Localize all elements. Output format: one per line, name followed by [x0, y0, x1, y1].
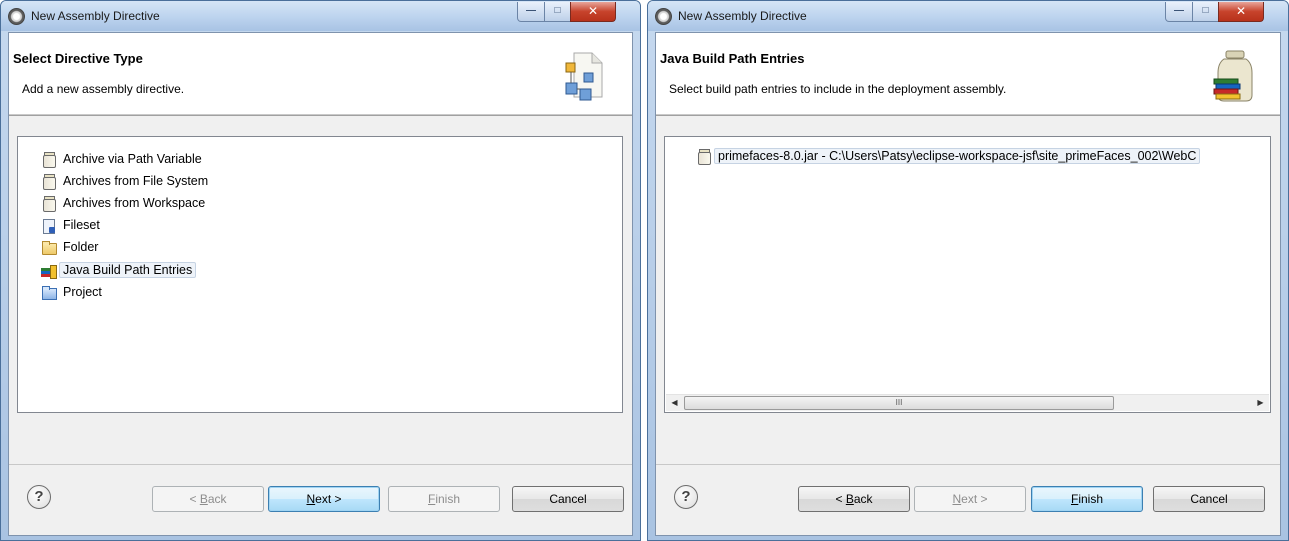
back-button-prefix: <	[189, 492, 200, 506]
window-title: New Assembly Directive	[678, 9, 807, 23]
eclipse-icon	[8, 8, 25, 25]
list-item-label: Archive via Path Variable	[63, 152, 202, 166]
wizard-window-java-build-path-entries: New Assembly Directive — □ ✕ Java Build …	[647, 0, 1289, 541]
back-button-mnemonic: B	[845, 492, 854, 506]
wizard-window-select-directive-type: New Assembly Directive — □ ✕ Select Dire…	[0, 0, 641, 541]
finish-button[interactable]: Finish	[1031, 486, 1143, 512]
minimize-button[interactable]: —	[517, 2, 545, 22]
back-button[interactable]: < Back	[798, 486, 910, 512]
maximize-button[interactable]: □	[544, 2, 571, 22]
footer-divider	[656, 464, 1280, 465]
content-area: primefaces-8.0.jar - C:\Users\Patsy\ecli…	[656, 117, 1280, 462]
horizontal-scrollbar[interactable]: ◀ III ▶	[666, 394, 1269, 411]
project-folder-icon	[41, 285, 57, 300]
cancel-button[interactable]: Cancel	[1153, 486, 1265, 512]
scroll-left-arrow-icon[interactable]: ◀	[666, 395, 683, 411]
header-divider	[656, 115, 1280, 116]
list-item-folder[interactable]: Folder	[41, 237, 98, 257]
list-item-label: Java Build Path Entries	[59, 262, 197, 278]
list-item-archives-from-file-system[interactable]: Archives from File System	[41, 171, 208, 191]
jar-wizard-icon	[1213, 50, 1253, 102]
finish-button[interactable]: Finish	[388, 486, 500, 512]
directive-type-list[interactable]: Archive via Path Variable Archives from …	[17, 136, 623, 413]
list-item-fileset[interactable]: Fileset	[41, 215, 100, 235]
list-item-archives-from-workspace[interactable]: Archives from Workspace	[41, 193, 205, 213]
java-build-path-icon	[41, 263, 57, 279]
list-item-primefaces-jar[interactable]: primefaces-8.0.jar - C:\Users\Patsy\ecli…	[696, 146, 1201, 166]
list-item-java-build-path-entries[interactable]: Java Build Path Entries	[41, 260, 197, 280]
help-button[interactable]: ?	[27, 485, 51, 509]
folder-icon	[41, 240, 57, 255]
content-area: Archive via Path Variable Archives from …	[9, 117, 632, 462]
header-divider	[9, 115, 632, 116]
build-path-entry-list[interactable]: primefaces-8.0.jar - C:\Users\Patsy\ecli…	[664, 136, 1271, 413]
page-description: Select build path entries to include in …	[669, 82, 1007, 96]
window-title: New Assembly Directive	[31, 9, 160, 23]
list-item-label: Archives from Workspace	[63, 196, 206, 210]
jar-icon	[41, 173, 56, 190]
maximize-button[interactable]: □	[1192, 2, 1219, 22]
scroll-right-arrow-icon[interactable]: ▶	[1252, 395, 1269, 411]
finish-button-suffix: inish	[435, 492, 461, 506]
list-item-label: Folder	[63, 240, 99, 254]
close-button[interactable]: ✕	[570, 2, 616, 22]
next-button-mnemonic: N	[952, 492, 962, 506]
dialog-body: Java Build Path Entries Select build pat…	[655, 32, 1281, 536]
fileset-icon	[41, 218, 56, 234]
jar-file-icon	[696, 148, 711, 165]
next-button-suffix: ext >	[315, 492, 342, 506]
list-item-archive-via-path-variable[interactable]: Archive via Path Variable	[41, 149, 202, 169]
scrollbar-thumb[interactable]: III	[684, 396, 1114, 410]
page-title: Java Build Path Entries	[660, 51, 805, 66]
footer-divider	[9, 464, 632, 465]
next-button[interactable]: Next >	[268, 486, 380, 512]
cancel-button[interactable]: Cancel	[512, 486, 624, 512]
page-description: Add a new assembly directive.	[22, 82, 185, 96]
list-item-label: Fileset	[63, 218, 100, 232]
list-item-project[interactable]: Project	[41, 282, 102, 302]
title-bar[interactable]: New Assembly Directive — □ ✕	[1, 1, 640, 31]
wizard-header: Select Directive Type Add a new assembly…	[9, 33, 632, 115]
jar-icon	[41, 195, 56, 212]
help-button[interactable]: ?	[674, 485, 698, 509]
jar-icon	[41, 151, 56, 168]
back-button-suffix: ack	[207, 492, 227, 506]
dialog-body: Select Directive Type Add a new assembly…	[8, 32, 633, 536]
back-button-mnemonic: B	[199, 492, 208, 506]
back-button-prefix: <	[835, 492, 846, 506]
minimize-button[interactable]: —	[1165, 2, 1193, 22]
next-button-mnemonic: N	[306, 492, 316, 506]
directive-wizard-icon	[565, 52, 603, 101]
wizard-header: Java Build Path Entries Select build pat…	[656, 33, 1280, 115]
back-button[interactable]: < Back	[152, 486, 264, 512]
next-button[interactable]: Next >	[914, 486, 1026, 512]
title-bar[interactable]: New Assembly Directive — □ ✕	[648, 1, 1288, 31]
close-button[interactable]: ✕	[1218, 2, 1264, 22]
list-item-label: Project	[63, 285, 102, 299]
next-button-suffix: ext >	[961, 492, 988, 506]
list-item-label: primefaces-8.0.jar - C:\Users\Patsy\ecli…	[714, 148, 1201, 164]
finish-button-suffix: inish	[1078, 492, 1104, 506]
list-item-label: Archives from File System	[63, 174, 209, 188]
back-button-suffix: ack	[853, 492, 873, 506]
page-title: Select Directive Type	[13, 51, 143, 66]
eclipse-icon	[655, 8, 672, 25]
